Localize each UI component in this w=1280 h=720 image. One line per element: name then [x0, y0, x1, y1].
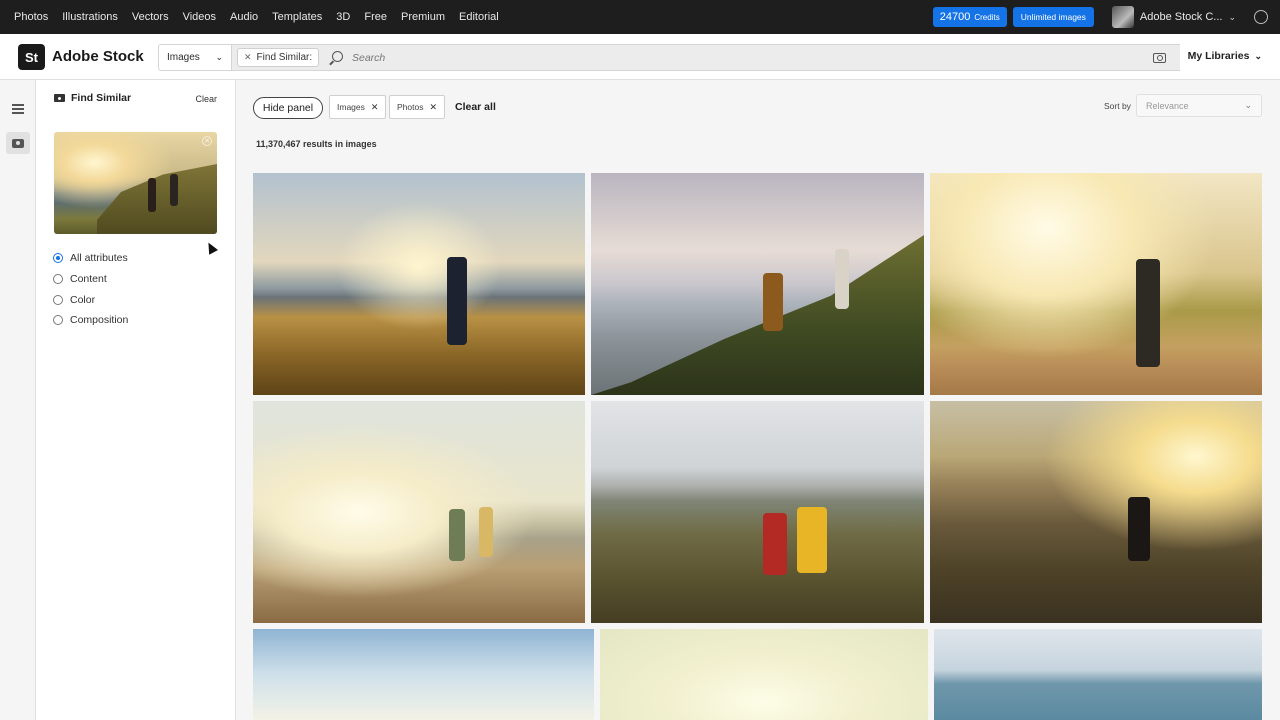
- camera-icon: [54, 94, 65, 102]
- creative-cloud-icon[interactable]: [1254, 10, 1268, 24]
- search-input[interactable]: Search: [352, 52, 385, 64]
- similarity-options: All attributes Content Color Composition: [53, 248, 128, 331]
- radio-selected-icon[interactable]: [53, 253, 63, 264]
- filter-chip-label: Photos: [397, 102, 424, 112]
- option-all-attributes[interactable]: All attributes: [53, 248, 128, 269]
- my-libraries-button[interactable]: My Libraries ⌄: [1188, 50, 1262, 62]
- close-icon[interactable]: ✕: [371, 102, 379, 113]
- option-composition[interactable]: Composition: [53, 310, 128, 331]
- nav-templates[interactable]: Templates: [272, 11, 322, 23]
- camera-icon: [12, 138, 24, 148]
- nav-videos[interactable]: Videos: [183, 11, 216, 23]
- search-box[interactable]: ✕ Find Similar: Search: [232, 44, 1180, 71]
- find-similar-panel: Find Similar Clear ✕ All attributes Cont…: [36, 80, 236, 720]
- clear-all-button[interactable]: Clear all: [455, 101, 496, 113]
- nav-premium[interactable]: Premium: [401, 11, 445, 23]
- asset-type-select[interactable]: Images ⌄: [158, 44, 232, 71]
- chevron-down-icon: ⌄: [1254, 50, 1262, 61]
- filter-chip-images[interactable]: Images ✕: [329, 95, 387, 119]
- panel-title: Find Similar: [71, 92, 132, 104]
- filter-icon: [12, 104, 24, 114]
- results-count: 11,370,467 results in images: [256, 139, 377, 149]
- close-icon[interactable]: ✕: [429, 102, 437, 113]
- chevron-down-icon: ⌄: [1244, 100, 1252, 110]
- result-image[interactable]: [600, 629, 928, 720]
- my-libraries-label: My Libraries: [1187, 50, 1250, 62]
- nav-photos[interactable]: Photos: [14, 11, 48, 23]
- top-bar: Photos Illustrations Vectors Videos Audi…: [0, 0, 1280, 34]
- result-image[interactable]: [591, 173, 924, 395]
- radio-icon[interactable]: [53, 294, 63, 305]
- result-image[interactable]: [934, 629, 1262, 720]
- credits-label: Credits: [974, 12, 1000, 22]
- logo-text[interactable]: Adobe Stock: [52, 48, 144, 65]
- unlimited-images-button[interactable]: Unlimited images: [1012, 7, 1094, 27]
- find-similar-toggle-button[interactable]: [6, 132, 30, 154]
- option-label: Content: [70, 273, 107, 286]
- panel-clear-button[interactable]: Clear: [195, 94, 217, 104]
- close-icon[interactable]: ✕: [202, 136, 212, 146]
- sort-by-label: Sort by: [1104, 101, 1131, 111]
- result-image[interactable]: [253, 629, 594, 720]
- result-image[interactable]: [930, 173, 1262, 395]
- option-color[interactable]: Color: [53, 289, 128, 310]
- filters-toggle-button[interactable]: [6, 98, 30, 120]
- filter-chip-label: Images: [337, 102, 365, 112]
- find-similar-chip[interactable]: ✕ Find Similar:: [237, 48, 320, 67]
- option-label: Composition: [70, 314, 129, 327]
- asset-type-value: Images: [167, 52, 200, 63]
- left-rail: [0, 80, 36, 720]
- result-image[interactable]: [930, 401, 1262, 623]
- radio-icon[interactable]: [53, 315, 63, 326]
- result-image[interactable]: [253, 401, 585, 623]
- option-label: All attributes: [70, 252, 128, 265]
- sort-select[interactable]: Relevance ⌄: [1136, 94, 1262, 117]
- chevron-down-icon[interactable]: ⌄: [1228, 12, 1236, 23]
- credits-count: 24700: [939, 11, 971, 23]
- panel-header: Find Similar: [54, 92, 131, 104]
- radio-icon[interactable]: [53, 274, 63, 285]
- credits-button[interactable]: 24700 Credits: [932, 7, 1007, 27]
- top-nav: Photos Illustrations Vectors Videos Audi…: [14, 11, 513, 23]
- hide-panel-button[interactable]: Hide panel: [253, 97, 323, 119]
- logo-mark[interactable]: St: [18, 44, 45, 70]
- result-image[interactable]: [253, 173, 585, 395]
- header: St Adobe Stock Images ⌄ ✕ Find Similar: …: [0, 34, 1280, 80]
- filter-chip-photos[interactable]: Photos ✕: [389, 95, 446, 119]
- result-image[interactable]: [591, 401, 924, 623]
- find-similar-chip-label: Find Similar:: [256, 52, 313, 63]
- camera-icon[interactable]: [1153, 53, 1166, 63]
- avatar[interactable]: [1111, 6, 1134, 28]
- sort-value: Relevance: [1146, 100, 1189, 111]
- reference-image[interactable]: ✕: [54, 132, 217, 234]
- option-label: Color: [70, 293, 96, 306]
- nav-editorial[interactable]: Editorial: [459, 11, 499, 23]
- nav-vectors[interactable]: Vectors: [132, 11, 169, 23]
- account-name[interactable]: Adobe Stock C...: [1140, 11, 1223, 23]
- chevron-down-icon: ⌄: [215, 52, 223, 62]
- search-icon: [332, 51, 343, 62]
- nav-3d[interactable]: 3D: [336, 11, 350, 23]
- nav-illustrations[interactable]: Illustrations: [62, 11, 118, 23]
- nav-free[interactable]: Free: [364, 11, 387, 23]
- option-content[interactable]: Content: [53, 269, 128, 290]
- close-icon[interactable]: ✕: [244, 52, 252, 63]
- nav-audio[interactable]: Audio: [230, 11, 258, 23]
